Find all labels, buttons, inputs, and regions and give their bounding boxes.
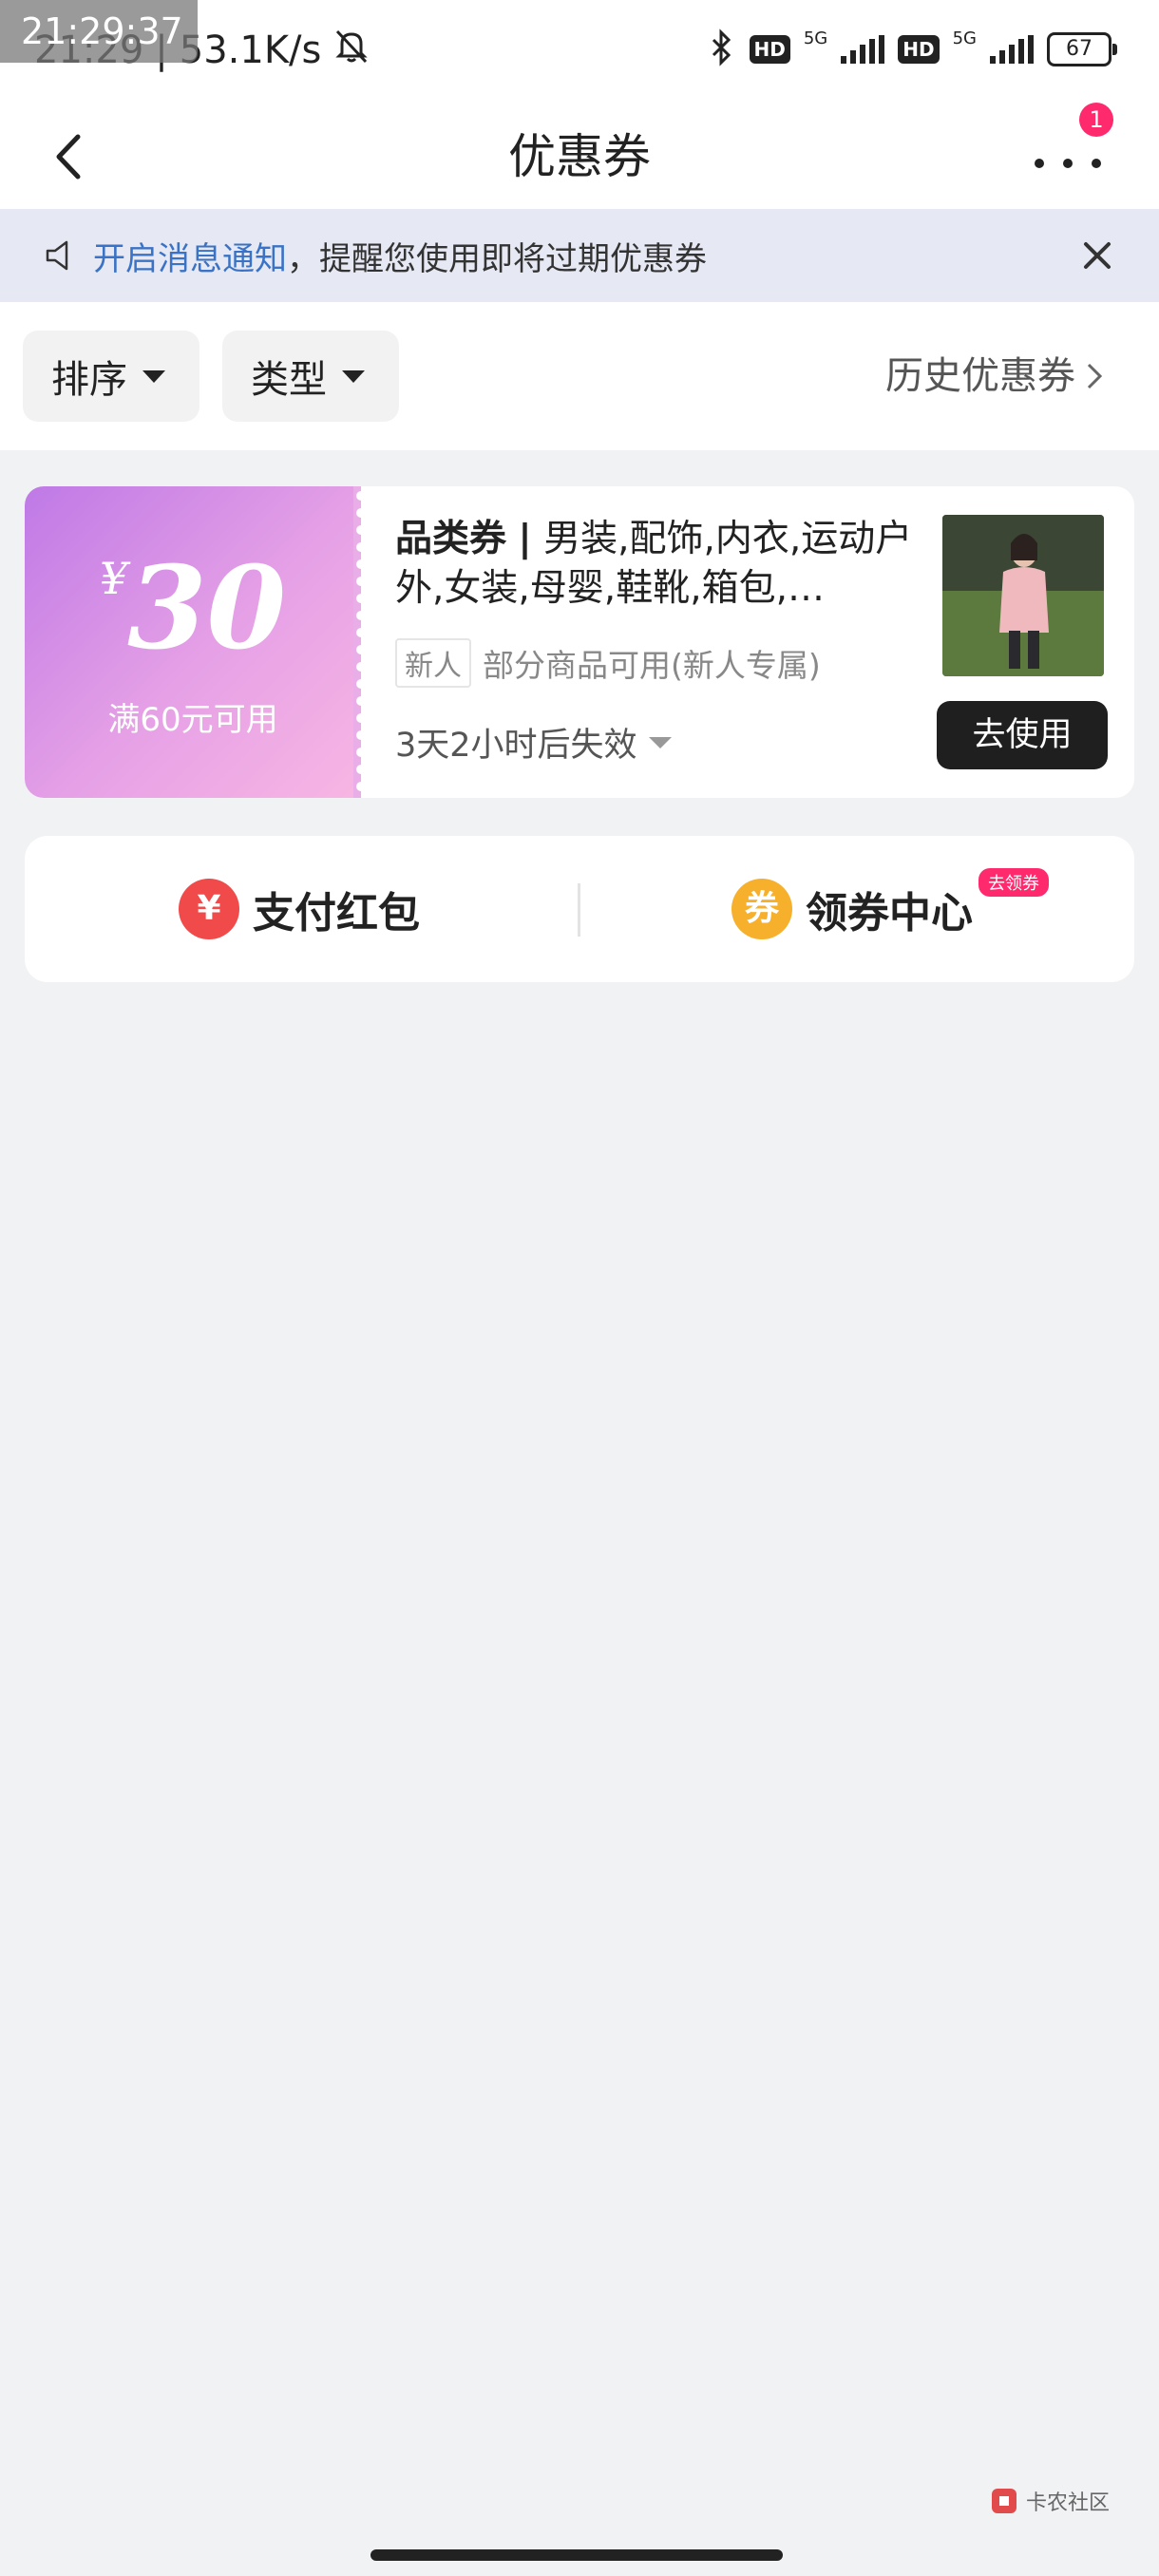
coupon-tag-row: 新人 部分商品可用(新人专属) <box>395 638 821 688</box>
yen-icon: ¥ <box>179 879 239 939</box>
speaker-icon <box>46 240 68 271</box>
coupon-center-label: 领券中心 <box>806 889 973 938</box>
history-label: 历史优惠券 <box>885 354 1075 398</box>
coupon-center-link[interactable]: 券 领券中心 <box>732 836 973 982</box>
watermark: 卡农社区 <box>988 2485 1110 2517</box>
mute-bell-icon <box>332 27 370 74</box>
product-photo <box>942 515 1104 676</box>
coupon-category-label: 品类券 <box>395 518 507 560</box>
coupon-expiry[interactable]: 3天2小时后失效 <box>395 718 672 767</box>
currency-symbol: ¥ <box>99 553 128 604</box>
status-right: HD 5G HD 5G 67 <box>706 28 1117 70</box>
close-icon <box>1084 242 1111 269</box>
watermark-text: 卡农社区 <box>1026 2491 1111 2515</box>
network-speed: 53.1K/s <box>179 28 322 72</box>
coupon-icon: 券 <box>732 879 792 939</box>
caret-down-icon <box>142 369 165 383</box>
5g-label: 5G <box>803 28 828 48</box>
quick-links-card: ¥ 支付红包 券 领券中心 去领券 <box>25 836 1134 982</box>
chevron-right-icon <box>1087 363 1103 389</box>
hd-icon: HD <box>749 35 790 64</box>
close-notice-button[interactable] <box>1074 232 1121 279</box>
status-bar: 21:29 | 53.1K/s HD 5G HD 5G 67 21:29:37 <box>0 0 1159 104</box>
home-indicator[interactable] <box>370 2549 783 2561</box>
type-dropdown[interactable]: 类型 <box>222 331 399 422</box>
notification-banner: 开启消息通知，提醒您使用即将过期优惠券 <box>0 209 1159 302</box>
title-separator: | <box>518 518 532 560</box>
divider <box>578 883 580 937</box>
expiry-text: 3天2小时后失效 <box>395 727 637 765</box>
nav-bar: 优惠券 <box>0 104 1159 209</box>
coupon-value-panel: ¥30 满60元可用 <box>25 486 361 798</box>
signal-icon <box>841 35 885 64</box>
battery-icon: 67 <box>1047 32 1117 66</box>
history-coupons-link[interactable]: 历史优惠券 <box>885 331 1106 422</box>
caret-down-icon <box>648 736 672 748</box>
coupon-title: 品类券 | 男装,配饰,内衣,运动户外,女装,母婴,鞋靴,箱包,… <box>395 515 927 614</box>
filter-bar: 排序 类型 历史优惠券 <box>0 302 1159 450</box>
hd-icon: HD <box>898 35 940 64</box>
pay-red-packet-label: 支付红包 <box>253 889 420 938</box>
coupon-card[interactable]: ¥30 满60元可用 品类券 | 男装,配饰,内衣,运动户外,女装,母婴,鞋靴,… <box>25 486 1134 798</box>
page-title: 优惠券 <box>508 129 651 184</box>
coupon-scope: 部分商品可用(新人专属) <box>483 647 821 684</box>
type-label: 类型 <box>251 358 327 402</box>
signal-icon <box>990 35 1034 64</box>
sort-label: 排序 <box>51 358 127 402</box>
5g-label: 5G <box>952 28 977 48</box>
notice-message: ，提醒您使用即将过期优惠券 <box>287 239 707 278</box>
notice-text: 开启消息通知，提醒您使用即将过期优惠券 <box>93 233 707 279</box>
new-user-tag: 新人 <box>395 638 471 688</box>
sort-dropdown[interactable]: 排序 <box>23 331 200 422</box>
coupon-perforation <box>353 486 366 798</box>
use-coupon-button[interactable]: 去使用 <box>937 701 1108 769</box>
get-coupon-badge: 去领券 <box>978 868 1049 897</box>
bluetooth-icon <box>706 28 736 70</box>
caret-down-icon <box>342 369 365 383</box>
product-thumbnail[interactable] <box>942 515 1104 676</box>
screenshot-time-overlay: 21:29:37 <box>0 0 198 63</box>
pay-red-packet-link[interactable]: ¥ 支付红包 <box>179 836 420 982</box>
watermark-logo-icon <box>992 2489 1016 2513</box>
coupon-amount: ¥30 <box>25 541 361 675</box>
notification-badge: 1 <box>1079 103 1113 137</box>
enable-notification-link[interactable]: 开启消息通知 <box>93 240 287 278</box>
coupon-amount-value: 30 <box>127 541 287 675</box>
min-spend-text: 满60元可用 <box>107 701 278 739</box>
